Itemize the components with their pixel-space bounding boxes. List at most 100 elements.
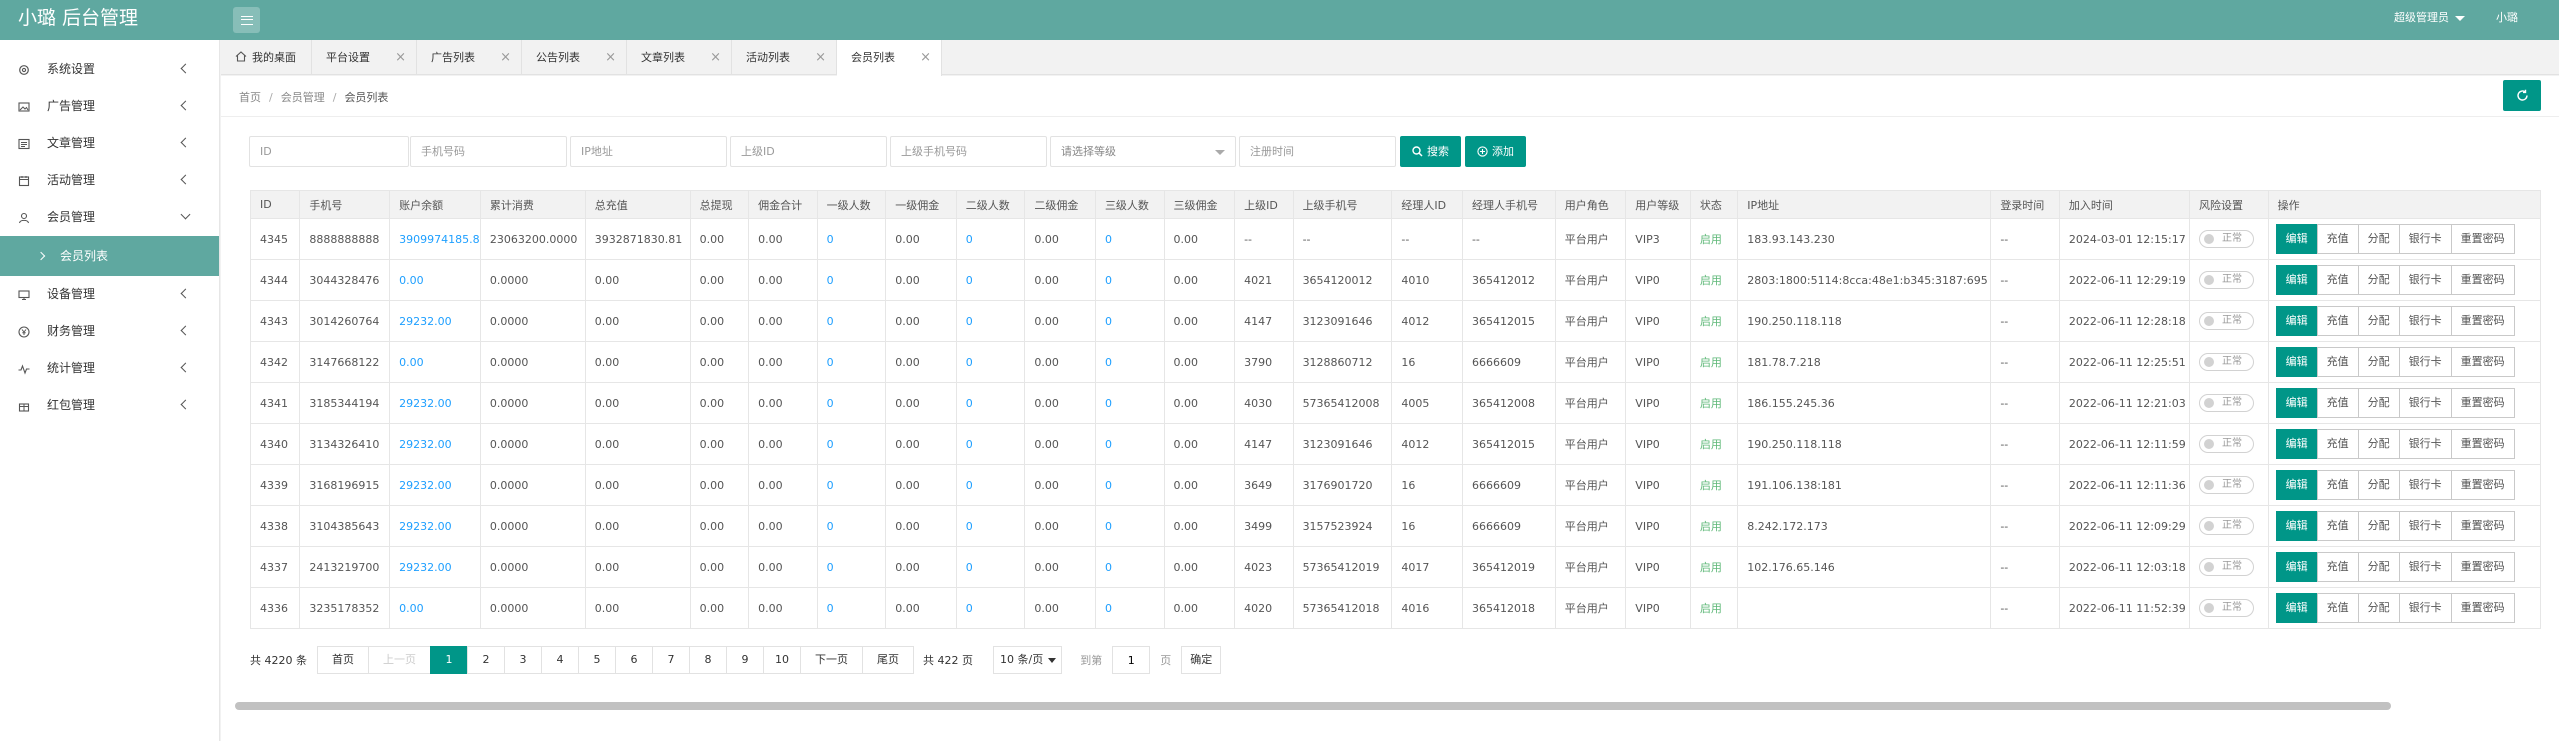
- pager-confirm-button[interactable]: 确定: [1181, 646, 1222, 674]
- add-button[interactable]: 添加: [1465, 136, 1526, 167]
- table-cell[interactable]: 0: [1094, 464, 1165, 506]
- reg-time-filter-input[interactable]: [1239, 136, 1396, 167]
- table-cell[interactable]: 3909974185.81: [389, 218, 481, 260]
- risk-toggle[interactable]: 正常: [2198, 435, 2254, 453]
- bank-card-button[interactable]: 银行卡: [2398, 470, 2452, 500]
- table-cell[interactable]: 0: [1094, 587, 1165, 629]
- table-cell[interactable]: 0: [816, 423, 887, 465]
- bank-card-button[interactable]: 银行卡: [2398, 552, 2452, 582]
- edit-button[interactable]: 编辑: [2275, 265, 2318, 295]
- assign-button[interactable]: 分配: [2357, 224, 2400, 254]
- risk-toggle[interactable]: 正常: [2198, 394, 2254, 412]
- pager-goto-input[interactable]: [1112, 646, 1151, 674]
- reset-password-button[interactable]: 重置密码: [2450, 511, 2515, 541]
- recharge-button[interactable]: 充值: [2316, 306, 2359, 336]
- table-cell[interactable]: 0: [816, 464, 887, 506]
- pager-last-button[interactable]: 尾页: [862, 646, 914, 674]
- tab-activity-list[interactable]: 活动列表 ×: [732, 40, 837, 75]
- assign-button[interactable]: 分配: [2357, 552, 2400, 582]
- pager-page-6[interactable]: 6: [615, 646, 653, 674]
- edit-button[interactable]: 编辑: [2275, 306, 2318, 336]
- recharge-button[interactable]: 充值: [2316, 552, 2359, 582]
- bank-card-button[interactable]: 银行卡: [2398, 388, 2452, 418]
- table-cell[interactable]: 0: [955, 546, 1026, 588]
- pager-first-button[interactable]: 首页: [317, 646, 369, 674]
- table-cell[interactable]: 29232.00: [389, 382, 481, 424]
- tab-article-list[interactable]: 文章列表 ×: [627, 40, 732, 75]
- pager-next-button[interactable]: 下一页: [800, 646, 863, 674]
- bank-card-button[interactable]: 银行卡: [2398, 511, 2452, 541]
- reset-password-button[interactable]: 重置密码: [2450, 552, 2515, 582]
- table-cell[interactable]: 0: [1094, 423, 1165, 465]
- table-cell[interactable]: 0.00: [389, 587, 481, 629]
- edit-button[interactable]: 编辑: [2275, 388, 2318, 418]
- sidebar-item-redpacket[interactable]: 红包管理: [0, 387, 219, 424]
- table-cell[interactable]: 0: [1094, 546, 1165, 588]
- sidebar-item-ads[interactable]: 广告管理: [0, 88, 219, 125]
- ip-filter-input[interactable]: [570, 136, 727, 167]
- table-cell[interactable]: 0: [816, 300, 887, 342]
- table-cell[interactable]: 0: [955, 587, 1026, 629]
- recharge-button[interactable]: 充值: [2316, 429, 2359, 459]
- close-icon[interactable]: ×: [920, 40, 931, 75]
- sidebar-item-activities[interactable]: 活动管理: [0, 162, 219, 199]
- tab-desktop[interactable]: 我的桌面: [221, 40, 312, 75]
- risk-toggle[interactable]: 正常: [2198, 476, 2254, 494]
- level-select[interactable]: 请选择等级: [1050, 136, 1236, 167]
- edit-button[interactable]: 编辑: [2275, 224, 2318, 254]
- assign-button[interactable]: 分配: [2357, 306, 2400, 336]
- risk-toggle[interactable]: 正常: [2198, 230, 2254, 248]
- reset-password-button[interactable]: 重置密码: [2450, 593, 2515, 623]
- table-cell[interactable]: 0: [955, 218, 1026, 260]
- sidebar-item-articles[interactable]: 文章管理: [0, 125, 219, 162]
- tab-member-list[interactable]: 会员列表 ×: [837, 40, 942, 76]
- table-cell[interactable]: 0: [1094, 259, 1165, 301]
- table-cell[interactable]: 0: [1094, 505, 1165, 547]
- edit-button[interactable]: 编辑: [2275, 429, 2318, 459]
- sidebar-item-devices[interactable]: 设备管理: [0, 276, 219, 313]
- table-cell[interactable]: 0: [816, 259, 887, 301]
- close-icon[interactable]: ×: [815, 40, 826, 75]
- reset-password-button[interactable]: 重置密码: [2450, 388, 2515, 418]
- table-cell[interactable]: 0: [816, 218, 887, 260]
- table-cell[interactable]: 0: [955, 341, 1026, 383]
- breadcrumb-member-mgmt[interactable]: 会员管理: [281, 91, 325, 104]
- assign-button[interactable]: 分配: [2357, 593, 2400, 623]
- reset-password-button[interactable]: 重置密码: [2450, 470, 2515, 500]
- menu-toggle-button[interactable]: [233, 7, 260, 33]
- table-cell[interactable]: 0: [1094, 300, 1165, 342]
- scrollbar-thumb[interactable]: [235, 702, 2391, 710]
- table-cell[interactable]: 0.00: [389, 259, 481, 301]
- table-cell[interactable]: 29232.00: [389, 423, 481, 465]
- table-cell[interactable]: 0: [816, 546, 887, 588]
- edit-button[interactable]: 编辑: [2275, 593, 2318, 623]
- reset-password-button[interactable]: 重置密码: [2450, 265, 2515, 295]
- edit-button[interactable]: 编辑: [2275, 347, 2318, 377]
- table-cell[interactable]: 0: [955, 505, 1026, 547]
- parent-id-filter-input[interactable]: [730, 136, 887, 167]
- tab-platform-settings[interactable]: 平台设置 ×: [312, 40, 417, 75]
- recharge-button[interactable]: 充值: [2316, 593, 2359, 623]
- table-cell[interactable]: 29232.00: [389, 300, 481, 342]
- breadcrumb-home[interactable]: 首页: [239, 91, 261, 104]
- assign-button[interactable]: 分配: [2357, 265, 2400, 295]
- sidebar-item-statistics[interactable]: 统计管理: [0, 350, 219, 387]
- table-cell[interactable]: 0: [955, 300, 1026, 342]
- table-cell[interactable]: 0: [1094, 382, 1165, 424]
- pager-page-7[interactable]: 7: [652, 646, 690, 674]
- recharge-button[interactable]: 充值: [2316, 265, 2359, 295]
- table-cell[interactable]: 0: [955, 464, 1026, 506]
- pager-page-3[interactable]: 3: [504, 646, 542, 674]
- sidebar-item-members[interactable]: 会员管理: [0, 199, 219, 236]
- pager-page-2[interactable]: 2: [467, 646, 505, 674]
- table-cell[interactable]: 0: [816, 505, 887, 547]
- risk-toggle[interactable]: 正常: [2198, 558, 2254, 576]
- search-button[interactable]: 搜索: [1400, 136, 1461, 167]
- reset-password-button[interactable]: 重置密码: [2450, 347, 2515, 377]
- refresh-button[interactable]: [2503, 80, 2541, 111]
- pager-page-4[interactable]: 4: [541, 646, 579, 674]
- risk-toggle[interactable]: 正常: [2198, 517, 2254, 535]
- per-page-select[interactable]: 10 条/页: [993, 646, 1063, 674]
- bank-card-button[interactable]: 银行卡: [2398, 224, 2452, 254]
- horizontal-scrollbar[interactable]: [235, 702, 2555, 710]
